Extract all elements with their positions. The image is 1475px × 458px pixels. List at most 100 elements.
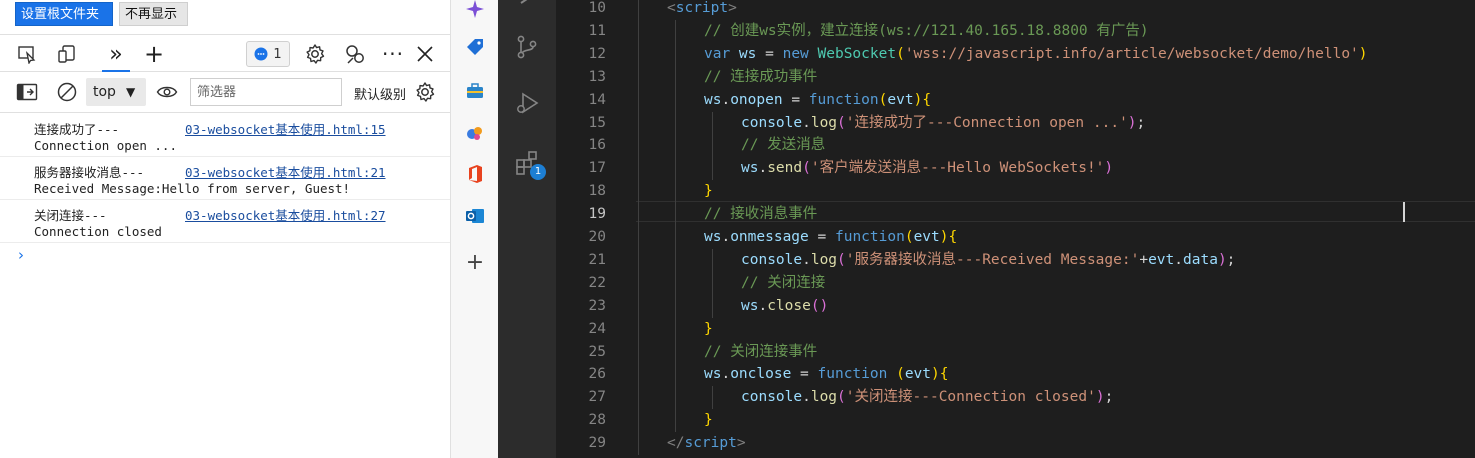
indent-guide [638, 340, 639, 364]
set-root-folder-button[interactable]: 设置根文件夹 [15, 2, 113, 26]
clear-console-icon[interactable] [54, 79, 80, 105]
code-token: function [808, 91, 879, 108]
office-icon[interactable] [462, 161, 488, 187]
code-line: 17 ws.send('客户端发送消息---Hello WebSockets!') [556, 157, 1475, 181]
copilot-sparkle-icon[interactable] [462, 0, 488, 22]
indent-guide [712, 386, 713, 410]
message-text: Received Message:Hello from server, Gues… [34, 181, 351, 196]
text-cursor [1403, 202, 1405, 222]
device-emulation-icon[interactable] [54, 41, 80, 67]
code-editor[interactable]: 10 <script> 11// 创建ws实例，建立连接(ws://121.40.1… [556, 0, 1475, 458]
shopping-tag-icon[interactable] [462, 34, 488, 60]
code-token: ; [1226, 251, 1236, 268]
code-token: evt [887, 91, 914, 108]
code-token: // 关闭连接 [741, 274, 826, 291]
code-line: 11 // 创建ws实例，建立连接(ws://121.40.165.18.8800… [556, 19, 1475, 43]
indent-guide [712, 271, 713, 295]
add-tab-icon[interactable]: + [141, 40, 167, 68]
code-text: // 关闭连接事件 [704, 341, 817, 364]
code-text: <script> [667, 0, 737, 20]
settings-gear-icon[interactable] [302, 41, 328, 67]
line-number: 15 [588, 114, 606, 131]
code-token: WebSocket [817, 45, 897, 62]
indent-guide [638, 363, 639, 387]
live-expression-eye-icon[interactable] [154, 79, 180, 105]
code-token: var [704, 45, 739, 62]
more-tabs-icon[interactable]: » [103, 41, 129, 67]
console-message: 服务器接收消息--- 03-websocket基本使用.html:21 Rece… [0, 157, 450, 200]
code-token: function [834, 229, 905, 245]
code-text: // 接收消息事件 [704, 203, 817, 226]
indent-guide [638, 111, 639, 135]
log-level-selector[interactable]: 默认级别 [354, 84, 406, 104]
toolbox-icon[interactable] [462, 78, 488, 104]
indent-guide [675, 409, 676, 433]
code-text: // 创建ws实例，建立连接(ws://121.40.165.18.8800 有… [704, 20, 1149, 43]
code-token: . [721, 91, 731, 108]
code-token: ( [837, 114, 846, 131]
code-token: ( [802, 160, 811, 177]
code-line: 20 ws.onmessage = function(evt){ [556, 226, 1475, 249]
dont-show-again-button[interactable]: 不再显示 [119, 2, 188, 26]
indent-guide [638, 226, 639, 249]
line-number: 19 [588, 206, 606, 223]
indent-guide [638, 409, 639, 433]
code-token: console [741, 389, 803, 406]
code-line: 25 // 关闭连接事件 [556, 340, 1475, 364]
message-label: 连接成功了--- [34, 122, 120, 137]
console-prompt-icon[interactable]: › [18, 246, 24, 264]
indent-guide [638, 0, 639, 20]
sidebar-toggle-icon[interactable] [14, 79, 40, 105]
code-token: . [758, 160, 768, 177]
indent-guide [675, 226, 676, 249]
indent-guide [675, 386, 676, 410]
code-token: > [728, 0, 737, 16]
code-line: 15 console.log('连接成功了---Connection open .… [556, 111, 1475, 135]
add-sidebar-app-icon[interactable]: + [462, 249, 488, 275]
code-text: ws.onmessage = function(evt){ [704, 226, 957, 249]
line-number: 17 [588, 160, 606, 177]
code-line: 26 ws.onclose = function (evt){ [556, 363, 1475, 387]
line-number: 18 [588, 183, 606, 200]
run-debug-icon[interactable] [512, 88, 542, 118]
more-options-icon[interactable]: ··· [380, 41, 406, 67]
indent-guide [675, 363, 676, 387]
code-text: console.log('服务器接收消息---Received Message:… [741, 249, 1235, 272]
indent-guide [638, 386, 639, 410]
source-link[interactable]: 03-websocket基本使用.html:27 [185, 205, 386, 224]
message-icon [254, 47, 268, 61]
customize-icon[interactable] [342, 41, 368, 67]
indent-guide [638, 180, 639, 204]
code-token: ) [913, 91, 923, 108]
code-line: 28} [556, 409, 1475, 433]
outlook-icon[interactable] [462, 203, 488, 229]
indent-guide [712, 294, 713, 318]
code-line: 29 </script> [556, 432, 1475, 456]
line-number: 10 [588, 0, 606, 16]
indent-guide [675, 88, 676, 112]
explorer-icon[interactable] [512, 0, 542, 10]
inspect-element-icon[interactable] [14, 41, 40, 67]
indent-guide [675, 340, 676, 364]
close-icon[interactable] [412, 41, 438, 67]
filter-input[interactable] [190, 78, 342, 106]
console-settings-gear-icon[interactable] [412, 79, 438, 105]
code-token: ( [837, 389, 846, 406]
code-token: onopen [730, 91, 783, 108]
games-icon[interactable] [462, 120, 488, 146]
code-token: close [767, 297, 811, 314]
code-token: + [1139, 251, 1149, 268]
active-tab-indicator [102, 70, 130, 72]
context-value: top [93, 84, 116, 100]
code-token: ( [904, 229, 914, 245]
source-control-icon[interactable] [512, 32, 542, 62]
code-token: ; [1136, 114, 1146, 131]
code-token: // 连接成功事件 [704, 68, 818, 85]
source-link[interactable]: 03-websocket基本使用.html:21 [185, 162, 386, 181]
code-line: 21 console.log('服务器接收消息---Received Messag… [556, 248, 1475, 272]
context-selector[interactable]: top ▼ [86, 78, 146, 106]
code-token: . [758, 297, 768, 314]
source-link[interactable]: 03-websocket基本使用.html:15 [185, 119, 386, 138]
issues-button[interactable]: 1 [246, 41, 290, 67]
devtools-notice-bar: 设置根文件夹 不再显示 [0, 0, 450, 30]
